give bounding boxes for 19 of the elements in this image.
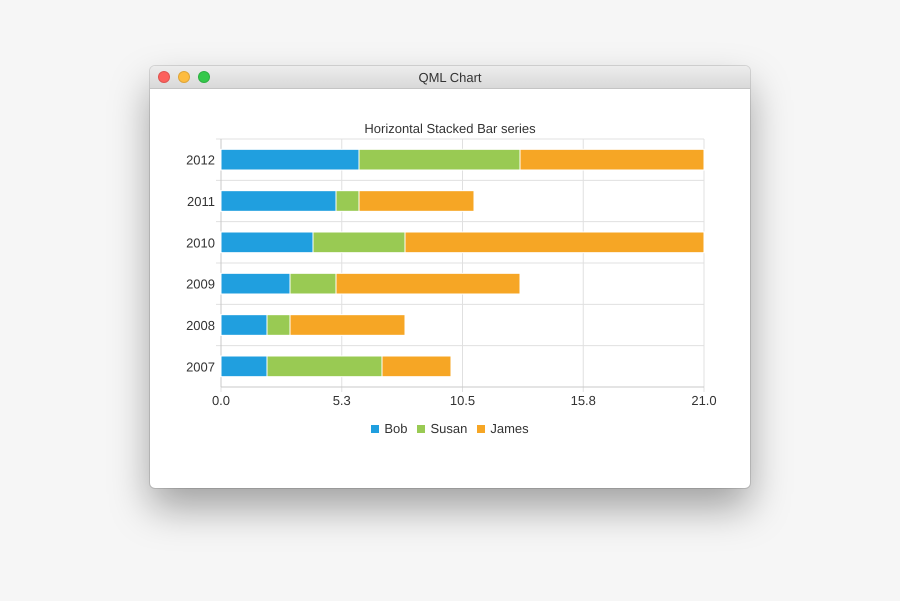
- chart-title: Horizontal Stacked Bar series: [364, 121, 536, 136]
- axis-label: 10.5: [450, 393, 476, 408]
- axis-label: 21.0: [691, 393, 717, 408]
- axis-label: 2007: [186, 359, 215, 374]
- close-button[interactable]: [158, 71, 170, 83]
- axis-label: 2009: [186, 276, 215, 292]
- legend-label: James: [490, 421, 529, 436]
- minimize-button[interactable]: [178, 71, 190, 83]
- window-title: QML Chart: [417, 70, 483, 84]
- axis-label: 2008: [186, 318, 215, 333]
- axis-label: 5.3: [332, 393, 351, 408]
- legend-label: Susan: [430, 421, 468, 436]
- axis-label: 2011: [187, 194, 215, 209]
- axis-label: 0.0: [212, 393, 230, 408]
- axis-label: 15.8: [570, 393, 596, 408]
- axis-label: 2010: [186, 235, 215, 250]
- zoom-button[interactable]: [198, 71, 210, 83]
- axis-label: 2012: [186, 152, 215, 168]
- legend-label: Bob: [384, 421, 408, 436]
